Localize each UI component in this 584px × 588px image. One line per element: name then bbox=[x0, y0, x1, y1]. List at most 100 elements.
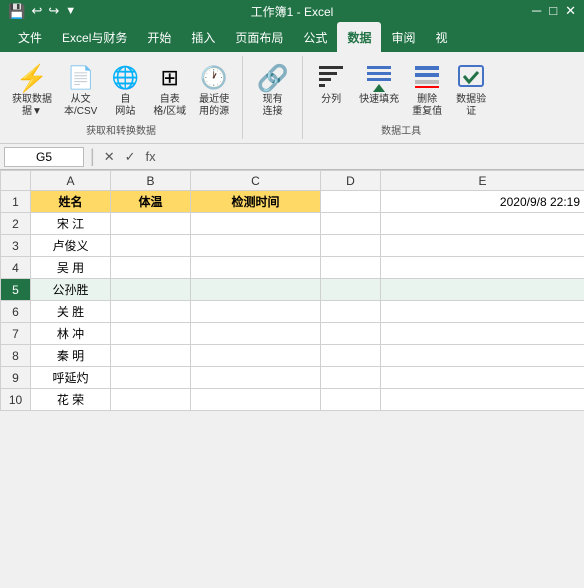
cell-D6[interactable] bbox=[321, 301, 381, 323]
cell-E2[interactable] bbox=[381, 213, 584, 235]
tab-home[interactable]: 开始 bbox=[137, 22, 181, 52]
cell-D8[interactable] bbox=[321, 345, 381, 367]
undo-icon[interactable]: ↩ bbox=[31, 3, 42, 19]
row-header-6[interactable]: 6 bbox=[1, 301, 31, 323]
cell-A4[interactable]: 吴 用 bbox=[31, 257, 111, 279]
cell-E4[interactable] bbox=[381, 257, 584, 279]
cell-B2[interactable] bbox=[111, 213, 191, 235]
row-header-4[interactable]: 4 bbox=[1, 257, 31, 279]
cell-A5[interactable]: 公孙胜 bbox=[31, 279, 111, 301]
tab-file[interactable]: 文件 bbox=[8, 22, 52, 52]
cell-A2[interactable]: 宋 江 bbox=[31, 213, 111, 235]
cell-B3[interactable] bbox=[111, 235, 191, 257]
more-icon[interactable]: ▼ bbox=[65, 5, 76, 17]
formula-input[interactable] bbox=[163, 150, 580, 164]
cell-B6[interactable] bbox=[111, 301, 191, 323]
insert-function-icon[interactable]: fx bbox=[143, 148, 159, 165]
cell-D5[interactable] bbox=[321, 279, 381, 301]
recent-sources-button[interactable]: 🕐 最近使用的源 bbox=[194, 60, 234, 120]
tab-formulas[interactable]: 公式 bbox=[293, 22, 337, 52]
cell-E10[interactable] bbox=[381, 389, 584, 411]
cell-C4[interactable] bbox=[191, 257, 321, 279]
row-header-8[interactable]: 8 bbox=[1, 345, 31, 367]
cell-C7[interactable] bbox=[191, 323, 321, 345]
table-row: 5公孙胜 bbox=[1, 279, 584, 301]
remove-duplicates-button[interactable]: 删除重复值 bbox=[407, 60, 447, 120]
tab-review[interactable]: 审阅 bbox=[381, 22, 425, 52]
col-header-E[interactable]: E bbox=[381, 171, 584, 191]
cell-B5[interactable] bbox=[111, 279, 191, 301]
cell-D9[interactable] bbox=[321, 367, 381, 389]
col-header-A[interactable]: A bbox=[31, 171, 111, 191]
cell-C5[interactable] bbox=[191, 279, 321, 301]
get-data-button[interactable]: ⚡ 获取数据据▼ bbox=[8, 60, 56, 120]
col-header-C[interactable]: C bbox=[191, 171, 321, 191]
cell-B7[interactable] bbox=[111, 323, 191, 345]
sort-button[interactable]: 分列 bbox=[311, 60, 351, 108]
cancel-formula-icon[interactable]: ✕ bbox=[101, 148, 118, 166]
cell-C3[interactable] bbox=[191, 235, 321, 257]
row-header-5[interactable]: 5 bbox=[1, 279, 31, 301]
ribbon-group-connections: 🔗 现有连接 bbox=[243, 56, 303, 139]
cell-A6[interactable]: 关 胜 bbox=[31, 301, 111, 323]
cell-D4[interactable] bbox=[321, 257, 381, 279]
row-header-7[interactable]: 7 bbox=[1, 323, 31, 345]
existing-connections-button[interactable]: 🔗 现有连接 bbox=[253, 60, 293, 120]
cell-A9[interactable]: 呼延灼 bbox=[31, 367, 111, 389]
cell-D2[interactable] bbox=[321, 213, 381, 235]
name-box[interactable] bbox=[4, 147, 84, 167]
cell-D1[interactable] bbox=[321, 191, 381, 213]
cell-C6[interactable] bbox=[191, 301, 321, 323]
cell-C2[interactable] bbox=[191, 213, 321, 235]
close-icon[interactable]: ✕ bbox=[565, 3, 576, 19]
minimize-icon[interactable]: ─ bbox=[532, 3, 541, 19]
cell-C9[interactable] bbox=[191, 367, 321, 389]
tab-view[interactable]: 视 bbox=[425, 22, 457, 52]
row-header-1[interactable]: 1 bbox=[1, 191, 31, 213]
tab-page-layout[interactable]: 页面布局 bbox=[225, 22, 293, 52]
cell-E7[interactable] bbox=[381, 323, 584, 345]
cell-D10[interactable] bbox=[321, 389, 381, 411]
flash-fill-button[interactable]: 快速填充 bbox=[355, 60, 403, 108]
cell-A7[interactable]: 林 冲 bbox=[31, 323, 111, 345]
row-header-3[interactable]: 3 bbox=[1, 235, 31, 257]
save-icon[interactable]: 💾 bbox=[8, 3, 25, 20]
cell-A10[interactable]: 花 荣 bbox=[31, 389, 111, 411]
cell-A8[interactable]: 秦 明 bbox=[31, 345, 111, 367]
col-header-B[interactable]: B bbox=[111, 171, 191, 191]
row-header-2[interactable]: 2 bbox=[1, 213, 31, 235]
tab-excel-finance[interactable]: Excel与财务 bbox=[52, 22, 137, 52]
cell-A1[interactable]: 姓名 bbox=[31, 191, 111, 213]
row-header-10[interactable]: 10 bbox=[1, 389, 31, 411]
cell-E6[interactable] bbox=[381, 301, 584, 323]
col-header-D[interactable]: D bbox=[321, 171, 381, 191]
title-text: 工作簿1 - Excel bbox=[251, 3, 334, 20]
cell-D7[interactable] bbox=[321, 323, 381, 345]
from-web-button[interactable]: 🌐 自网站 bbox=[105, 60, 145, 120]
tab-insert[interactable]: 插入 bbox=[181, 22, 225, 52]
table-row: 9呼延灼 bbox=[1, 367, 584, 389]
cell-D3[interactable] bbox=[321, 235, 381, 257]
redo-icon[interactable]: ↪ bbox=[48, 3, 59, 19]
cell-E9[interactable] bbox=[381, 367, 584, 389]
cell-B10[interactable] bbox=[111, 389, 191, 411]
confirm-formula-icon[interactable]: ✓ bbox=[122, 148, 139, 166]
cell-C10[interactable] bbox=[191, 389, 321, 411]
maximize-icon[interactable]: □ bbox=[549, 3, 557, 19]
cell-B9[interactable] bbox=[111, 367, 191, 389]
cell-E1[interactable]: 2020/9/8 22:19 bbox=[381, 191, 584, 213]
cell-B4[interactable] bbox=[111, 257, 191, 279]
cell-E3[interactable] bbox=[381, 235, 584, 257]
cell-C8[interactable] bbox=[191, 345, 321, 367]
tab-data[interactable]: 数据 bbox=[337, 22, 381, 52]
cell-C1[interactable]: 检测时间 bbox=[191, 191, 321, 213]
cell-E5[interactable] bbox=[381, 279, 584, 301]
from-table-button[interactable]: ⊞ 自表格/区域 bbox=[149, 60, 190, 120]
cell-B1[interactable]: 体温 bbox=[111, 191, 191, 213]
cell-E8[interactable] bbox=[381, 345, 584, 367]
cell-A3[interactable]: 卢俊义 bbox=[31, 235, 111, 257]
from-text-csv-button[interactable]: 📄 从文本/CSV bbox=[60, 60, 101, 120]
row-header-9[interactable]: 9 bbox=[1, 367, 31, 389]
cell-B8[interactable] bbox=[111, 345, 191, 367]
data-validation-button[interactable]: 数据验证 bbox=[451, 60, 491, 120]
